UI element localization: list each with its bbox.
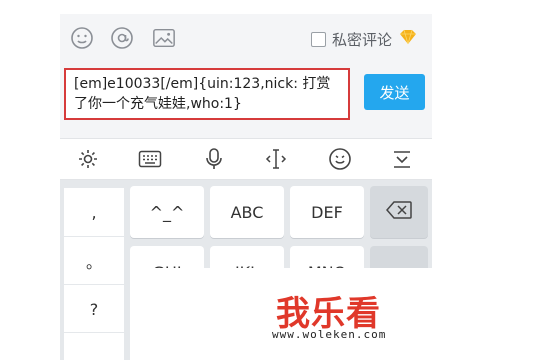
key-comma[interactable]: , (64, 188, 124, 236)
smiley-icon[interactable] (70, 26, 94, 50)
text-cursor-icon[interactable] (264, 147, 288, 171)
private-comment-label: 私密评论 (331, 30, 392, 49)
watermark-url: www.woleken.com (272, 328, 387, 341)
diamond-icon (398, 28, 418, 50)
collapse-icon[interactable] (390, 147, 414, 171)
emoji-icon[interactable] (328, 147, 352, 171)
gear-icon[interactable] (76, 147, 100, 171)
key-period[interactable]: 。 (64, 236, 124, 285)
send-button[interactable]: 发送 (364, 74, 425, 110)
private-checkbox[interactable] (310, 31, 326, 47)
key-emoticon[interactable]: ^_^ (130, 186, 204, 238)
keyboard-icon[interactable] (138, 147, 162, 171)
image-icon[interactable] (152, 26, 176, 50)
at-icon[interactable] (110, 26, 134, 50)
microphone-icon[interactable] (202, 147, 226, 171)
backspace-icon (385, 200, 413, 224)
comment-toolbar: 私密评论 (60, 14, 432, 64)
backspace-key[interactable] (370, 186, 428, 238)
comment-input[interactable]: [em]e10033[/em]{uin:123,nick: 打赏了你一个充气娃娃… (64, 68, 350, 120)
key-def[interactable]: DEF (290, 186, 364, 238)
keyboard-toolbar (60, 138, 432, 180)
key-question[interactable]: ? (64, 284, 124, 333)
key-side-extra[interactable] (64, 332, 124, 360)
private-comment-toggle[interactable]: 私密评论 (310, 28, 418, 50)
key-abc[interactable]: ABC (210, 186, 284, 238)
